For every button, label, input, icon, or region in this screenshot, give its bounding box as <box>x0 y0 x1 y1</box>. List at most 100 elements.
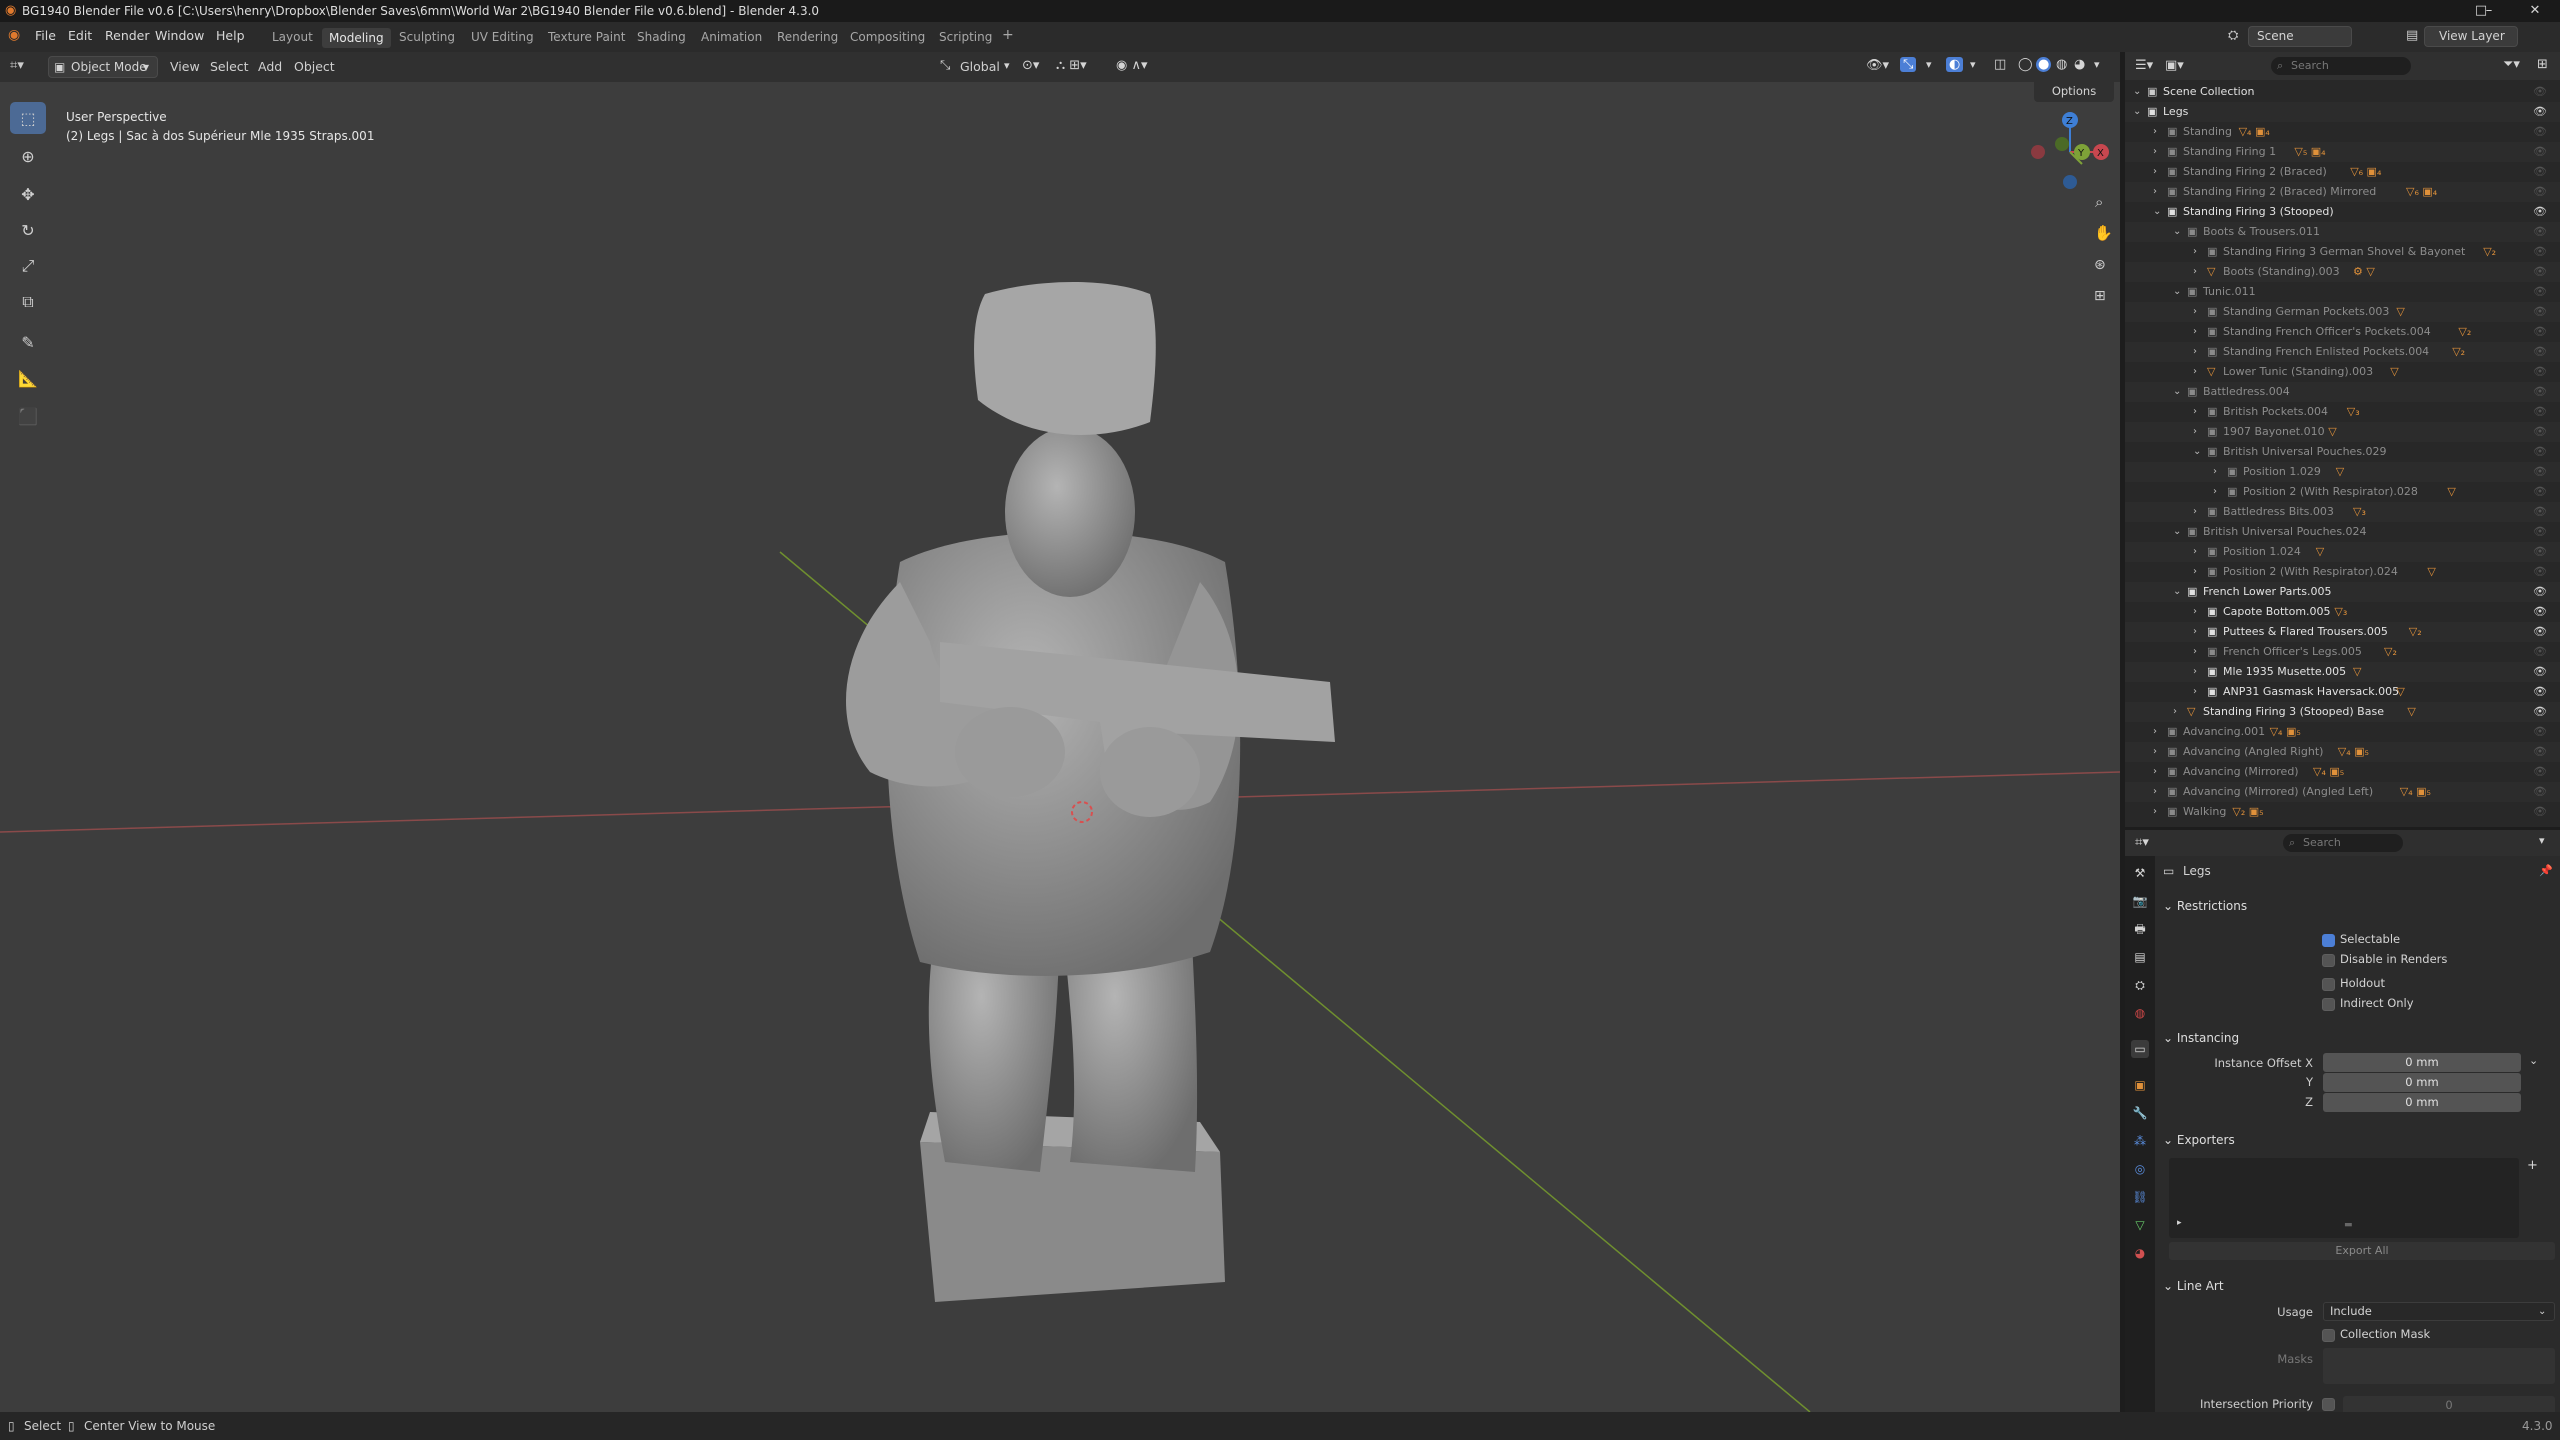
visibility-eye-icon[interactable]: 👁 <box>2533 582 2547 602</box>
outliner-row[interactable]: › ▣ Puttees & Flared Trousers.005 ▽₂ 👁 <box>2125 622 2560 642</box>
outliner-row[interactable]: ⌄ ▣ Boots & Trousers.011 👁 <box>2125 222 2560 242</box>
exporters-panel-header[interactable]: ⌄ Exporters <box>2163 1128 2558 1152</box>
chevron-right-icon[interactable]: › <box>2153 722 2157 742</box>
add-exporter-button[interactable]: + <box>2527 1158 2538 1173</box>
chevron-down-icon[interactable]: ⌄ <box>2173 382 2181 402</box>
chevron-down-icon[interactable]: ⌄ <box>2173 522 2181 542</box>
chevron-right-icon[interactable]: › <box>2193 262 2197 282</box>
visibility-eye-icon[interactable]: 👁 <box>2533 162 2547 182</box>
material-shading-icon[interactable]: ◍ <box>2056 57 2067 72</box>
chevron-right-icon[interactable]: › <box>2193 602 2197 622</box>
chevron-right-icon[interactable]: › <box>2193 322 2197 342</box>
tool-tab-icon[interactable]: ⚒ <box>2131 864 2149 882</box>
chevron-right-icon[interactable]: › <box>2173 702 2177 722</box>
chevron-right-icon[interactable]: › <box>2193 562 2197 582</box>
export-all-button[interactable]: Export All <box>2169 1242 2555 1260</box>
camera-view-icon[interactable]: ⊛ <box>2094 257 2106 273</box>
chevron-right-icon[interactable]: › <box>2193 682 2197 702</box>
chevron-right-icon[interactable]: › <box>2153 122 2157 142</box>
pan-hand-icon[interactable]: ✋ <box>2094 224 2113 242</box>
tab-scripting[interactable]: Scripting <box>939 30 992 44</box>
visibility-eye-icon[interactable]: 👁 <box>2533 422 2547 442</box>
visibility-eye-icon[interactable]: 👁 <box>2533 602 2547 622</box>
material-tab-icon[interactable]: ◕ <box>2131 1244 2149 1262</box>
scale-tool-icon[interactable]: ⤢ <box>10 250 46 282</box>
outliner-row[interactable]: › ▽ Boots (Standing).003 ⚙ ▽ 👁 <box>2125 262 2560 282</box>
usage-dropdown[interactable]: Include ⌄ <box>2323 1302 2555 1321</box>
options-button[interactable]: Options <box>2034 82 2114 102</box>
scene-selector[interactable]: Scene <box>2248 26 2352 47</box>
object-tab-icon[interactable]: ▣ <box>2131 1076 2149 1094</box>
visibility-eye-icon[interactable]: 👁 <box>2533 222 2547 242</box>
menu-edit[interactable]: Edit <box>68 28 92 43</box>
outliner-row[interactable]: › ▣ Advancing (Mirrored) (Angled Left) ▽₄ ▣… <box>2125 782 2560 802</box>
menu-render[interactable]: Render <box>105 28 150 43</box>
menu-view[interactable]: View <box>170 59 200 74</box>
visibility-eye-icon[interactable]: 👁 <box>2533 782 2547 802</box>
outliner-row[interactable]: › ▣ Standing German Pockets.003 ▽ 👁 <box>2125 302 2560 322</box>
expand-icon[interactable]: ▸ <box>2177 1218 2182 1228</box>
visibility-eye-icon[interactable]: 👁 <box>2533 522 2547 542</box>
instance-offset-x-field[interactable]: 0 mm <box>2323 1053 2521 1072</box>
world-tab-icon[interactable]: ◍ <box>2131 1004 2149 1022</box>
chevron-down-icon[interactable]: ⌄ <box>2193 442 2201 462</box>
visibility-eye-icon[interactable]: 👁 <box>2533 722 2547 742</box>
chevron-down-icon[interactable]: ⌄ <box>2133 82 2141 102</box>
chevron-right-icon[interactable]: › <box>2213 482 2217 502</box>
chevron-right-icon[interactable]: › <box>2193 342 2197 362</box>
rendered-shading-icon[interactable]: ◕ <box>2074 57 2085 72</box>
outliner-row[interactable]: › ▣ Position 2 (With Respirator).024 ▽ 👁 <box>2125 562 2560 582</box>
menu-select[interactable]: Select <box>210 59 249 74</box>
chevron-right-icon[interactable]: › <box>2193 422 2197 442</box>
chevron-right-icon[interactable]: › <box>2213 462 2217 482</box>
render-tab-icon[interactable]: 📷 <box>2131 892 2149 910</box>
visibility-eye-icon[interactable]: 👁 <box>2533 202 2547 222</box>
move-tool-icon[interactable]: ✥ <box>10 178 46 210</box>
properties-editor-icon[interactable]: ⌗▾ <box>2135 835 2149 850</box>
visibility-eye-icon[interactable]: 👁 <box>2533 762 2547 782</box>
chevron-right-icon[interactable]: › <box>2153 762 2157 782</box>
chevron-down-icon[interactable]: ⌄ <box>2529 1054 2538 1067</box>
transform-tool-icon[interactable]: ⧉ <box>10 286 46 318</box>
visibility-eye-icon[interactable]: 👁 <box>2533 302 2547 322</box>
perspective-toggle-icon[interactable]: ⊞ <box>2094 288 2106 304</box>
outliner-row[interactable]: › ▣ Advancing.001 ▽₄ ▣₅ 👁 <box>2125 722 2560 742</box>
outliner-row[interactable]: › ▣ Standing French Enlisted Pockets.004 ▽₂… <box>2125 342 2560 362</box>
modifier-tab-icon[interactable]: 🔧 <box>2131 1104 2149 1122</box>
outliner-row[interactable]: › ▣ ANP31 Gasmask Haversack.005 ▽ 👁 <box>2125 682 2560 702</box>
pivot-point-icon[interactable]: ⊙▾ <box>1022 58 1039 73</box>
resize-handle[interactable]: ▬ <box>2344 1220 2353 1230</box>
visibility-eye-icon[interactable]: 👁 <box>2533 142 2547 162</box>
zoom-icon[interactable]: ⌕ <box>2095 193 2103 211</box>
intersection-priority-checkbox[interactable] <box>2322 1398 2335 1411</box>
visibility-eye-icon[interactable]: 👁 <box>2533 282 2547 302</box>
visibility-eye-icon[interactable]: 👁 <box>2533 322 2547 342</box>
mode-selector[interactable]: ▣ Object Mode ▾ <box>48 56 158 78</box>
blender-menu-icon[interactable]: ◉ <box>8 27 20 43</box>
outliner-row[interactable]: › ▣ Advancing (Angled Right) ▽₄ ▣₅ 👁 <box>2125 742 2560 762</box>
rotate-tool-icon[interactable]: ↻ <box>10 214 46 246</box>
view-layer-selector[interactable]: View Layer <box>2424 26 2518 47</box>
outliner-row[interactable]: ⌄ ▣ Legs 👁 <box>2125 102 2560 122</box>
chevron-right-icon[interactable]: › <box>2193 242 2197 262</box>
annotate-tool-icon[interactable]: ✎ <box>10 326 46 358</box>
chevron-right-icon[interactable]: › <box>2153 802 2157 822</box>
tab-compositing[interactable]: Compositing <box>850 30 925 44</box>
outliner-row[interactable]: ⌄ ▣ British Universal Pouches.029 👁 <box>2125 442 2560 462</box>
visibility-eye-icon[interactable]: 👁 <box>2533 562 2547 582</box>
outliner-row[interactable]: › ▣ Standing French Officer's Pockets.004 ▽… <box>2125 322 2560 342</box>
chevron-right-icon[interactable]: › <box>2153 162 2157 182</box>
chevron-right-icon[interactable]: › <box>2193 642 2197 662</box>
visibility-eye-icon[interactable]: 👁 <box>2533 102 2547 122</box>
snap-icon[interactable]: ⛬ ⊞▾ <box>1056 58 1087 73</box>
chevron-right-icon[interactable]: › <box>2193 542 2197 562</box>
outliner-row[interactable]: › ▣ French Officer's Legs.005 ▽₂ 👁 <box>2125 642 2560 662</box>
outliner-row[interactable]: ⌄ ▣ Battledress.004 👁 <box>2125 382 2560 402</box>
tab-layout[interactable]: Layout <box>272 30 313 44</box>
visibility-eye-icon[interactable]: 👁 <box>2533 182 2547 202</box>
outliner-row[interactable]: › ▣ Standing Firing 2 (Braced) ▽₆ ▣₄ 👁 <box>2125 162 2560 182</box>
tab-shading[interactable]: Shading <box>637 30 686 44</box>
chevron-down-icon[interactable]: ▾ <box>2539 834 2545 847</box>
outliner-row[interactable]: ⌄ ▣ Tunic.011 👁 <box>2125 282 2560 302</box>
instance-offset-z-field[interactable]: 0 mm <box>2323 1093 2521 1112</box>
